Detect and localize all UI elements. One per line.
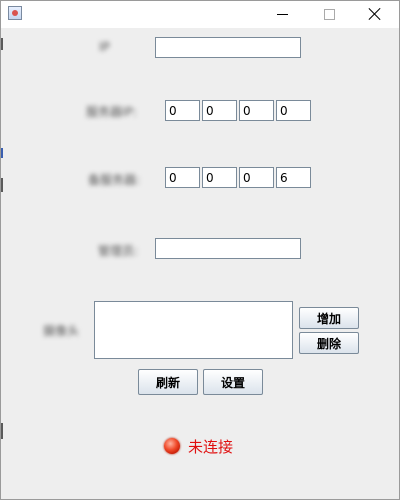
minimize-button[interactable]	[260, 1, 306, 28]
maximize-button[interactable]	[306, 1, 352, 28]
minimize-icon	[277, 14, 288, 15]
server-ip-octet-1[interactable]	[165, 100, 200, 121]
list-label: 摄像头	[43, 324, 80, 338]
connection-status: 未连接	[188, 438, 234, 456]
add-button[interactable]: 增加	[299, 307, 359, 329]
server-ip-label: 服务器IP:	[86, 103, 137, 120]
form-panel: IP 服务器IP: 备服务器: 管理员: 摄像头 增加 删除 刷新 设置 未连接	[1, 28, 399, 499]
server-ip-label-text: 服务器IP:	[86, 105, 137, 119]
status-indicator-icon	[164, 438, 180, 454]
maximize-icon	[324, 9, 335, 20]
app-window: IP 服务器IP: 备服务器: 管理员: 摄像头 增加 删除 刷新 设置 未连接	[0, 0, 400, 500]
second-ip-octet-3[interactable]	[239, 167, 274, 188]
second-ip-octet-4[interactable]	[276, 167, 311, 188]
second-ip-label: 备服务器:	[88, 173, 141, 187]
server-ip-octet-2[interactable]	[202, 100, 237, 121]
delete-button[interactable]: 删除	[299, 332, 359, 354]
third-input[interactable]	[155, 238, 301, 259]
ip-label: IP	[99, 40, 110, 54]
server-ip-octet-3[interactable]	[239, 100, 274, 121]
java-app-icon	[8, 6, 22, 20]
second-ip-octet-1[interactable]	[165, 167, 200, 188]
third-label: 管理员:	[98, 244, 139, 258]
edge-artifact	[1, 178, 3, 192]
ip-input[interactable]	[155, 37, 301, 58]
settings-button[interactable]: 设置	[203, 369, 263, 395]
edge-artifact	[1, 423, 3, 439]
edge-artifact	[1, 148, 3, 158]
close-button[interactable]	[352, 1, 398, 28]
close-icon	[368, 7, 382, 21]
second-ip-octet-2[interactable]	[202, 167, 237, 188]
list-textarea[interactable]	[94, 301, 293, 359]
edge-artifact	[1, 38, 3, 50]
refresh-button[interactable]: 刷新	[138, 369, 198, 395]
server-ip-octet-4[interactable]	[276, 100, 311, 121]
title-bar	[1, 1, 399, 28]
